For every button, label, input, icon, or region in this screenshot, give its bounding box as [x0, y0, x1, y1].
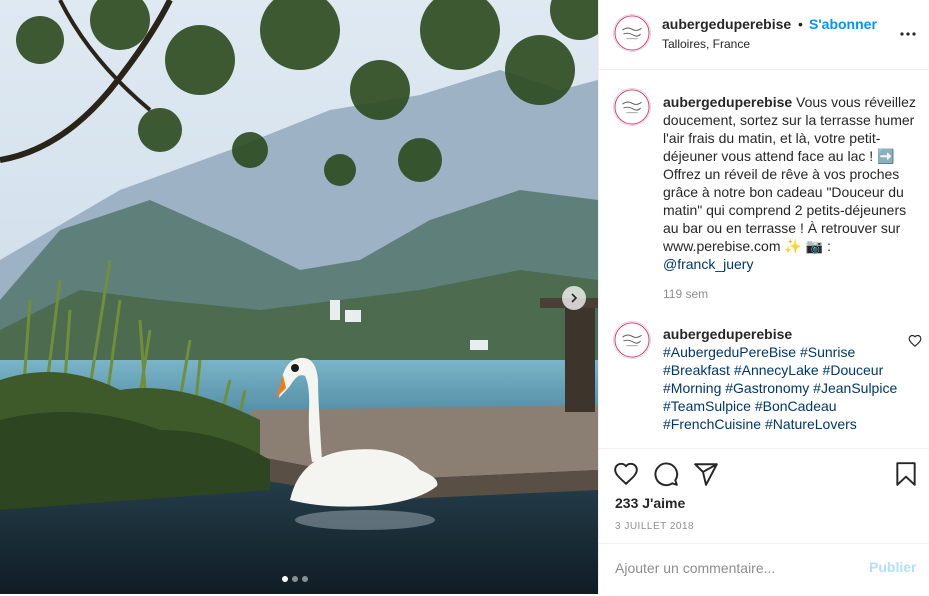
post-photo[interactable] [0, 0, 598, 594]
more-horizontal-icon[interactable] [899, 22, 917, 46]
caption-time[interactable]: 119 sem [663, 287, 708, 301]
caption-username[interactable]: aubergeduperebise [663, 94, 792, 110]
comments-panel[interactable]: aubergeduperebise Vous vous réveillez do… [599, 70, 929, 448]
add-comment-bar: Publier [599, 543, 929, 596]
username-link[interactable]: aubergeduperebise [662, 16, 791, 32]
post-sidebar: aubergeduperebise • S'abonner Talloires,… [598, 0, 929, 594]
carousel-dot [282, 576, 288, 582]
carousel-dot [292, 576, 298, 582]
swan-lake-photo [0, 0, 598, 594]
location-link[interactable]: Talloires, France [662, 37, 750, 51]
carousel-dot [302, 576, 308, 582]
hotel-logo-icon [614, 15, 650, 51]
carousel-indicator [282, 576, 308, 582]
caption: aubergeduperebise Vous vous réveillez do… [663, 93, 925, 273]
share-icon[interactable] [693, 461, 719, 487]
next-photo-button[interactable] [562, 286, 586, 310]
mention-link[interactable]: @franck_juery [663, 256, 753, 272]
comment-username[interactable]: aubergeduperebise [663, 325, 899, 343]
bookmark-icon[interactable] [893, 461, 919, 487]
action-bar: 233 J'aime 3 JUILLET 2018 Publier [599, 448, 929, 595]
heart-icon[interactable] [613, 461, 639, 487]
post-date[interactable]: 3 JUILLET 2018 [615, 521, 694, 532]
avatar[interactable] [613, 321, 651, 359]
comment-input[interactable] [615, 558, 855, 578]
instagram-post: aubergeduperebise • S'abonner Talloires,… [0, 0, 929, 594]
publish-button[interactable]: Publier [869, 559, 916, 575]
comment: aubergeduperebise #AubergeduPereBise #Su… [663, 325, 899, 433]
post-header: aubergeduperebise • S'abonner Talloires,… [599, 0, 929, 70]
caption-text: Vous vous réveillez doucement, sortez su… [663, 94, 916, 254]
hotel-logo-icon [614, 89, 650, 125]
comment-icon[interactable] [653, 461, 679, 487]
hashtags-text[interactable]: #AubergeduPereBise #Sunrise #Breakfast #… [663, 343, 899, 433]
avatar[interactable] [613, 14, 651, 52]
hotel-logo-icon [614, 322, 650, 358]
follow-button[interactable]: S'abonner [809, 16, 877, 32]
chevron-right-icon [571, 293, 578, 303]
separator-dot: • [798, 16, 803, 32]
likes-count[interactable]: 233 J'aime [615, 495, 685, 511]
like-comment-heart-icon[interactable] [908, 334, 922, 348]
avatar[interactable] [613, 88, 651, 126]
